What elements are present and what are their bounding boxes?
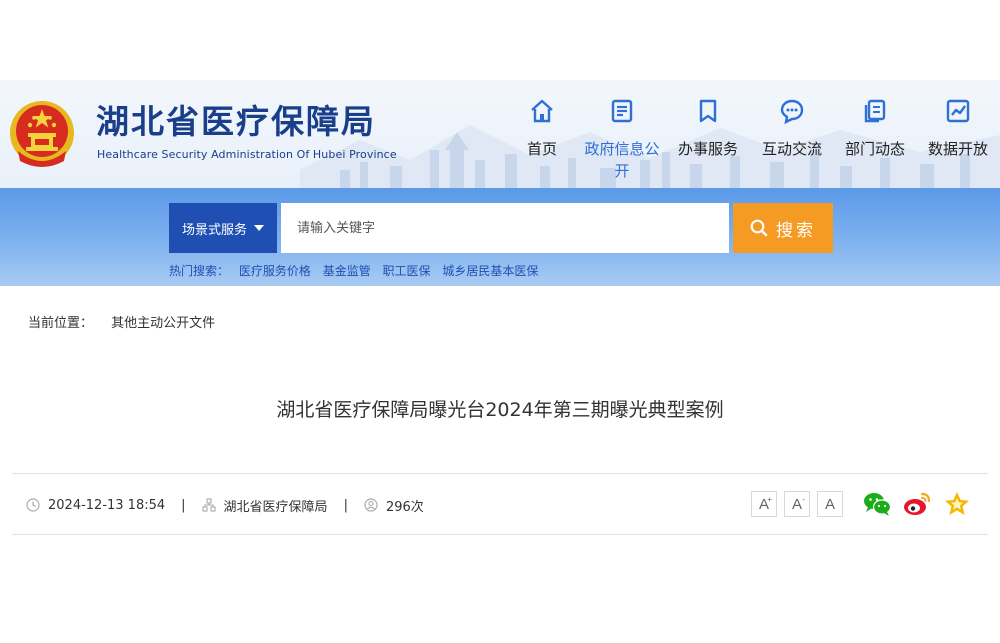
nav-label: 政府信息公开 xyxy=(584,140,660,180)
user-icon xyxy=(364,498,378,512)
publish-date: 2024-12-13 18:54 xyxy=(48,497,166,513)
divider xyxy=(12,473,988,474)
article-meta: 2024-12-13 18:54 | 湖北省医疗保障局 | 296次 xyxy=(26,495,424,515)
scene-service-dropdown[interactable]: 场景式服务 xyxy=(169,203,277,253)
hot-search-row: 热门搜索： 医疗服务价格 基金监管 职工医保 城乡居民基本医保 xyxy=(169,262,546,279)
nav-item-dept-news[interactable]: 部门动态 xyxy=(833,98,917,160)
site-subtitle: Healthcare Security Administration Of Hu… xyxy=(97,148,397,161)
font-smaller-mark: - xyxy=(802,495,805,504)
nav-item-open-data[interactable]: 数据开放 xyxy=(916,98,1000,160)
hot-term-link[interactable]: 基金监管 xyxy=(323,264,371,278)
bookmark-icon xyxy=(699,99,717,123)
meta-separator: | xyxy=(181,497,186,513)
nav-item-interaction[interactable]: 互动交流 xyxy=(750,98,834,160)
site-title: 湖北省医疗保障局 xyxy=(96,102,376,141)
view-count: 296次 xyxy=(385,499,424,515)
nav-label: 互动交流 xyxy=(761,140,822,158)
favorite-star-icon[interactable] xyxy=(942,490,972,518)
clock-icon xyxy=(26,498,40,512)
search-input[interactable] xyxy=(281,203,729,253)
share-tools xyxy=(862,490,982,518)
nav-item-gov-info[interactable]: 政府信息公开 xyxy=(580,98,664,182)
copy-icon xyxy=(864,99,886,123)
meta-separator: | xyxy=(343,497,348,513)
breadcrumb-label: 当前位置： xyxy=(28,316,94,331)
weibo-icon[interactable] xyxy=(902,490,932,518)
breadcrumb-current-link[interactable]: 其他主动公开文件 xyxy=(111,316,215,331)
search-button[interactable]: 搜索 xyxy=(733,203,833,253)
scene-service-label: 场景式服务 xyxy=(181,221,247,237)
font-default-button[interactable]: A xyxy=(817,491,843,517)
site-header: 湖北省医疗保障局 Healthcare Security Administrat… xyxy=(0,80,1000,188)
document-icon xyxy=(611,99,633,123)
font-smaller-button[interactable]: A - xyxy=(784,491,810,517)
organization-icon xyxy=(201,498,216,512)
caret-down-icon xyxy=(254,225,264,231)
divider xyxy=(12,534,988,535)
font-size-tools: A + A - A xyxy=(751,491,850,517)
nav-label: 数据开放 xyxy=(927,140,988,158)
nav-label: 办事服务 xyxy=(677,140,738,158)
article-title: 湖北省医疗保障局曝光台2024年第三期曝光典型案例 xyxy=(276,399,724,421)
hot-term-link[interactable]: 城乡居民基本医保 xyxy=(442,264,538,278)
nav-item-services[interactable]: 办事服务 xyxy=(666,98,750,160)
font-larger-mark: + xyxy=(767,495,772,504)
nav-label: 首页 xyxy=(526,140,557,158)
search-button-label: 搜索 xyxy=(776,220,816,241)
article-source: 湖北省医疗保障局 xyxy=(223,499,328,515)
chat-icon xyxy=(780,99,804,124)
nav-item-home[interactable]: 首页 xyxy=(500,98,584,160)
breadcrumb: 当前位置： 其他主动公开文件 xyxy=(28,312,215,331)
wechat-icon[interactable] xyxy=(862,490,892,518)
hot-term-link[interactable]: 医疗服务价格 xyxy=(239,264,311,278)
hot-search-label: 热门搜索： xyxy=(169,264,230,278)
national-emblem-icon xyxy=(10,101,74,167)
nav-label: 部门动态 xyxy=(844,140,905,158)
font-default-label: A xyxy=(824,495,835,513)
chart-icon xyxy=(946,99,970,123)
hot-term-link[interactable]: 职工医保 xyxy=(383,264,431,278)
font-larger-button[interactable]: A + xyxy=(751,491,777,517)
home-icon xyxy=(531,99,553,123)
search-icon xyxy=(750,219,768,237)
font-smaller-label: A xyxy=(791,495,802,513)
search-band: 场景式服务 搜索 热门搜索： 医疗服务价格 基金监管 职工医保 城乡居民基本医保 xyxy=(0,188,1000,286)
